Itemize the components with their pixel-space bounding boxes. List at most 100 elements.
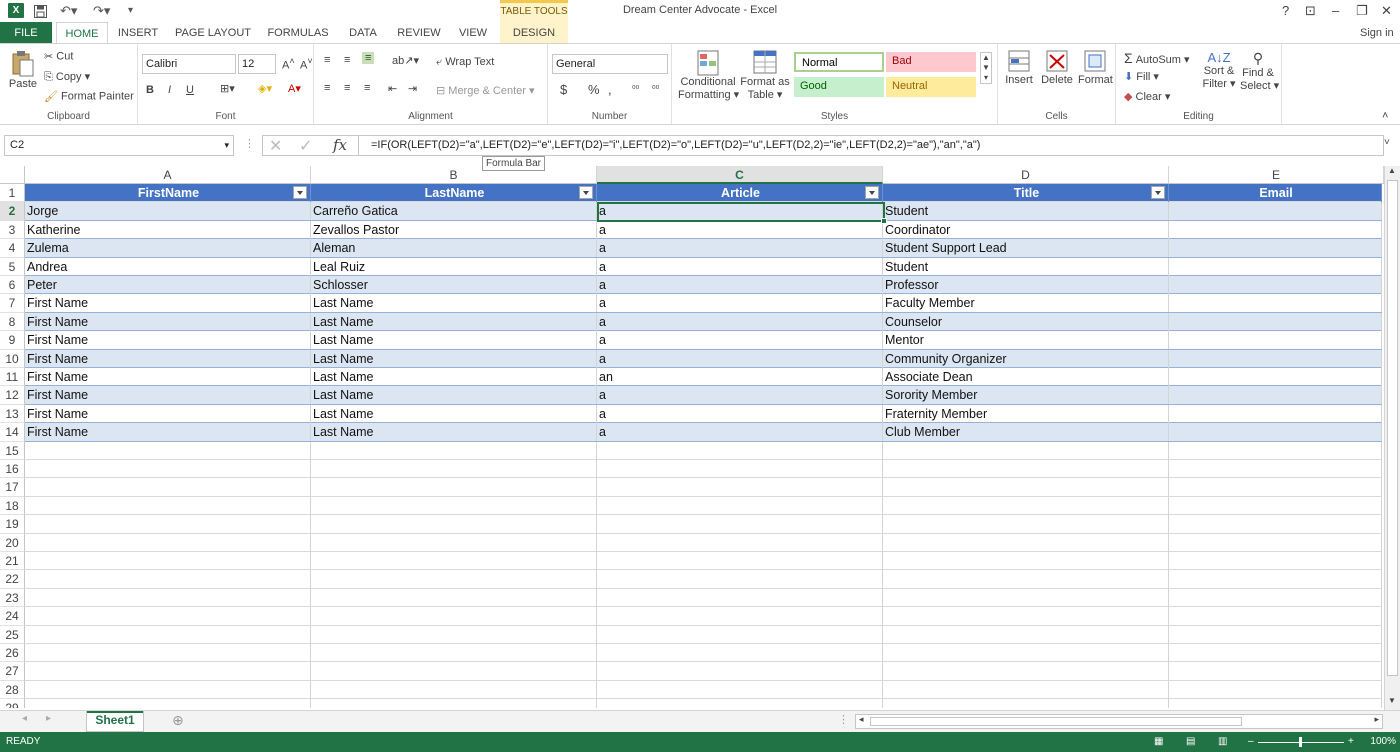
scroll-down-icon[interactable]: ▼ [1388,696,1396,705]
empty-cell[interactable] [311,441,597,460]
empty-cell[interactable] [883,625,1169,644]
row-header[interactable]: 19 [0,515,25,534]
sign-in-link[interactable]: Sign in [1360,22,1400,44]
cell-title[interactable]: Community Organizer [883,349,1169,368]
cell-lastname[interactable]: Last Name [311,404,597,423]
cell-article[interactable]: a [597,423,883,442]
clear-button[interactable]: ◆ Clear ▾ [1124,90,1170,103]
cell-firstname[interactable]: First Name [25,294,311,313]
cell-email[interactable] [1169,349,1382,368]
empty-cell[interactable] [311,496,597,515]
empty-cell[interactable] [311,552,597,570]
column-header-e[interactable]: E [1169,166,1384,184]
empty-cell[interactable] [25,496,311,515]
enter-icon[interactable]: ✓ [299,136,312,156]
cell-article[interactable]: a [597,386,883,405]
row-header[interactable]: 26 [0,644,25,663]
cell-email[interactable] [1169,404,1382,423]
cell-title[interactable]: Professor [883,276,1169,294]
cell-lastname[interactable]: Aleman [311,239,597,258]
empty-cell[interactable] [25,570,311,589]
empty-cell[interactable] [597,496,883,515]
decrease-indent-icon[interactable]: ⇤ [388,82,397,95]
cell-lastname[interactable]: Schlosser [311,276,597,294]
fill-handle[interactable] [881,218,887,224]
cell-lastname[interactable]: Last Name [311,423,597,442]
tab-data[interactable]: DATA [340,22,386,44]
empty-cell[interactable] [25,441,311,460]
horizontal-scroll-thumb[interactable] [870,717,1242,726]
grow-font-icon[interactable]: A˄ [282,56,295,72]
cell-firstname[interactable]: Andrea [25,257,311,276]
row-header[interactable]: 9 [0,331,25,350]
font-name-select[interactable]: Calibri [142,54,236,74]
empty-cell[interactable] [597,699,883,708]
empty-cell[interactable] [1169,680,1382,699]
conditional-formatting-button[interactable]: Conditional Formatting ▾ [678,50,739,101]
insert-function-icon[interactable]: fx [333,136,347,154]
cut-button[interactable]: ✂ Cut [44,50,73,63]
cell-firstname[interactable]: First Name [25,386,311,405]
empty-cell[interactable] [1169,699,1382,708]
row-header[interactable]: 21 [0,552,25,571]
empty-cell[interactable] [311,588,597,607]
format-painter-button[interactable]: 🖌 Format Painter [44,90,134,103]
empty-cell[interactable] [25,644,311,662]
style-normal[interactable]: Normal [794,52,884,72]
insert-cells-button[interactable]: Insert [1004,50,1034,86]
empty-cell[interactable] [597,552,883,570]
formula-input[interactable]: =IF(OR(LEFT(D2)="a",LEFT(D2)="e",LEFT(D2… [358,135,1384,156]
empty-cell[interactable] [597,588,883,607]
name-box[interactable]: C2 ▾ [4,135,234,156]
empty-cell[interactable] [311,515,597,534]
tab-formulas[interactable]: FORMULAS [262,22,334,44]
zoom-slider-thumb[interactable] [1299,737,1302,747]
empty-cell[interactable] [597,460,883,478]
tab-page-layout[interactable]: PAGE LAYOUT [172,22,254,44]
cancel-icon[interactable]: ✕ [269,136,282,156]
cell-article[interactable]: a [597,349,883,368]
empty-cell[interactable] [25,662,311,681]
empty-cell[interactable] [883,496,1169,515]
undo-icon[interactable]: ↶▾ [60,2,77,20]
tab-home[interactable]: HOME [56,22,108,44]
header-cell-title[interactable]: Title [883,184,1169,202]
empty-cell[interactable] [1169,515,1382,534]
cell-email[interactable] [1169,257,1382,276]
empty-cell[interactable] [597,515,883,534]
row-header[interactable]: 23 [0,588,25,608]
cell-email[interactable] [1169,423,1382,442]
currency-button[interactable]: $ [560,82,567,97]
row-header[interactable]: 22 [0,570,25,589]
empty-cell[interactable] [1169,588,1382,607]
row-header[interactable]: 10 [0,349,25,368]
cell-title[interactable]: Coordinator [883,220,1169,239]
empty-cell[interactable] [597,441,883,460]
row-header[interactable]: 7 [0,294,25,313]
row-header[interactable]: 24 [0,607,25,626]
help-icon[interactable]: ? [1282,2,1289,20]
increase-indent-icon[interactable]: ⇥ [408,82,417,95]
zoom-in-icon[interactable]: + [1348,732,1354,752]
cell-article[interactable]: an [597,368,883,386]
align-right-icon[interactable]: ≡ [364,82,370,94]
cell-firstname[interactable]: First Name [25,404,311,423]
scroll-up-icon[interactable]: ▲ [1388,166,1396,175]
cell-lastname[interactable]: Last Name [311,312,597,331]
empty-cell[interactable] [25,533,311,552]
cell-firstname[interactable]: Peter [25,276,311,294]
empty-cell[interactable] [311,533,597,552]
row-header[interactable]: 15 [0,441,25,460]
cell-title[interactable]: Sorority Member [883,386,1169,405]
empty-cell[interactable] [25,552,311,570]
empty-cell[interactable] [311,699,597,708]
empty-cell[interactable] [311,662,597,681]
empty-cell[interactable] [883,644,1169,662]
cell-lastname[interactable]: Leal Ruiz [311,257,597,276]
cell-firstname[interactable]: First Name [25,331,311,350]
empty-cell[interactable] [25,699,311,708]
percent-button[interactable]: % [588,82,600,97]
comma-button[interactable]: , [608,82,612,97]
header-cell-article[interactable]: Article [597,184,883,202]
cell-email[interactable] [1169,368,1382,386]
